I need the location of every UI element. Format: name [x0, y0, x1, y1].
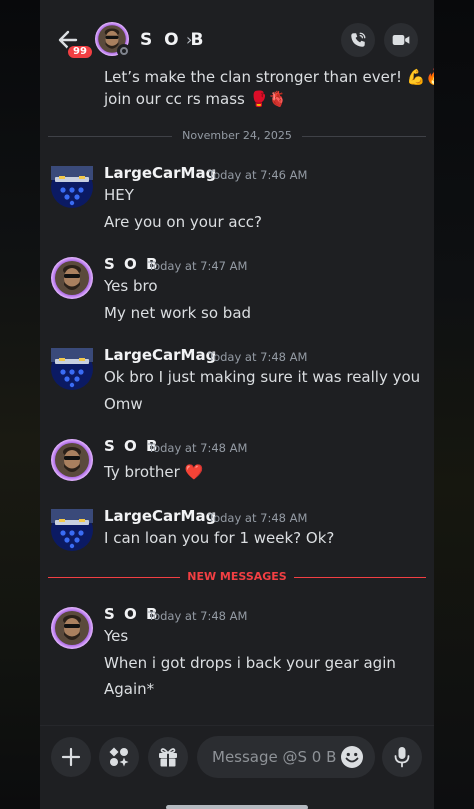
- largecarmag-avatar-image: [51, 509, 93, 551]
- message-text: Yes: [104, 627, 129, 645]
- dm-window: 99 S O B › Let’s make the clan stronger …: [40, 0, 434, 809]
- sob-avatar-image: [51, 439, 93, 481]
- date-divider: November 24, 2025: [48, 129, 426, 143]
- chevron-right-icon: ›: [186, 30, 193, 49]
- avatar[interactable]: [51, 166, 93, 208]
- message-timestamp: Today at 7:48 AM: [148, 441, 248, 455]
- message-text: I can loan you for 1 week? Ok?: [104, 529, 335, 547]
- message-text: Ty brother ❤️: [104, 463, 204, 481]
- message-composer: Message @S 0 B: [40, 725, 434, 809]
- message-author[interactable]: LargeCarMag: [104, 507, 216, 525]
- message-text: Yes bro: [104, 277, 158, 295]
- message-text: Are you on your acc?: [104, 213, 263, 231]
- voice-call-button[interactable]: [341, 23, 375, 57]
- message-input[interactable]: Message @S 0 B: [197, 736, 375, 778]
- sob-avatar-image: [51, 257, 93, 299]
- smiley-icon: [341, 746, 363, 768]
- emoji-button[interactable]: [340, 745, 364, 769]
- largecarmag-avatar-image: [51, 348, 93, 390]
- message-text: HEY: [104, 186, 134, 204]
- previous-message-line: Let’s make the clan stronger than ever! …: [104, 68, 434, 86]
- message-timestamp: Today at 7:47 AM: [148, 259, 248, 273]
- message-input-placeholder: Message @S 0 B: [212, 748, 337, 766]
- message-timestamp: Today at 7:48 AM: [208, 350, 308, 364]
- video-call-button[interactable]: [384, 23, 418, 57]
- avatar[interactable]: [51, 257, 93, 299]
- home-indicator: [166, 805, 308, 809]
- message-text: When i got drops i back your gear agin: [104, 654, 396, 672]
- avatar[interactable]: [51, 439, 93, 481]
- status-indicator: [117, 44, 131, 58]
- apps-icon: [109, 747, 129, 767]
- message-author[interactable]: LargeCarMag: [104, 346, 216, 364]
- video-camera-icon: [392, 35, 410, 45]
- message-text: Omw: [104, 395, 143, 413]
- new-messages-divider: NEW MESSAGES: [48, 570, 426, 584]
- plus-icon: [61, 747, 81, 767]
- avatar[interactable]: [51, 607, 93, 649]
- previous-message-line: join our cc rs mass 🥊🫀: [104, 90, 287, 108]
- message-text: Again*: [104, 680, 155, 698]
- message-timestamp: Today at 7:48 AM: [148, 609, 248, 623]
- background-left-edge: [0, 0, 40, 809]
- message-timestamp: Today at 7:46 AM: [208, 168, 308, 182]
- phone-icon: [351, 32, 366, 47]
- message-text: Ok bro I just making sure it was really …: [104, 368, 421, 386]
- largecarmag-avatar-image: [51, 166, 93, 208]
- avatar[interactable]: [51, 348, 93, 390]
- avatar[interactable]: [51, 509, 93, 551]
- background-right-edge: [434, 0, 474, 809]
- voice-message-button[interactable]: [382, 737, 422, 777]
- message-timestamp: Today at 7:48 AM: [208, 511, 308, 525]
- new-messages-label: NEW MESSAGES: [187, 570, 287, 583]
- add-attachment-button[interactable]: [51, 737, 91, 777]
- gift-icon: [159, 748, 177, 767]
- microphone-icon: [394, 747, 410, 768]
- message-author[interactable]: LargeCarMag: [104, 164, 216, 182]
- gift-button[interactable]: [148, 737, 188, 777]
- unread-badge: 99: [66, 44, 94, 60]
- date-divider-label: November 24, 2025: [182, 129, 292, 142]
- apps-button[interactable]: [99, 737, 139, 777]
- sob-avatar-image: [51, 607, 93, 649]
- message-text: My net work so bad: [104, 304, 252, 322]
- dm-header: 99 S O B ›: [40, 0, 434, 68]
- dm-title[interactable]: S O B: [140, 30, 207, 50]
